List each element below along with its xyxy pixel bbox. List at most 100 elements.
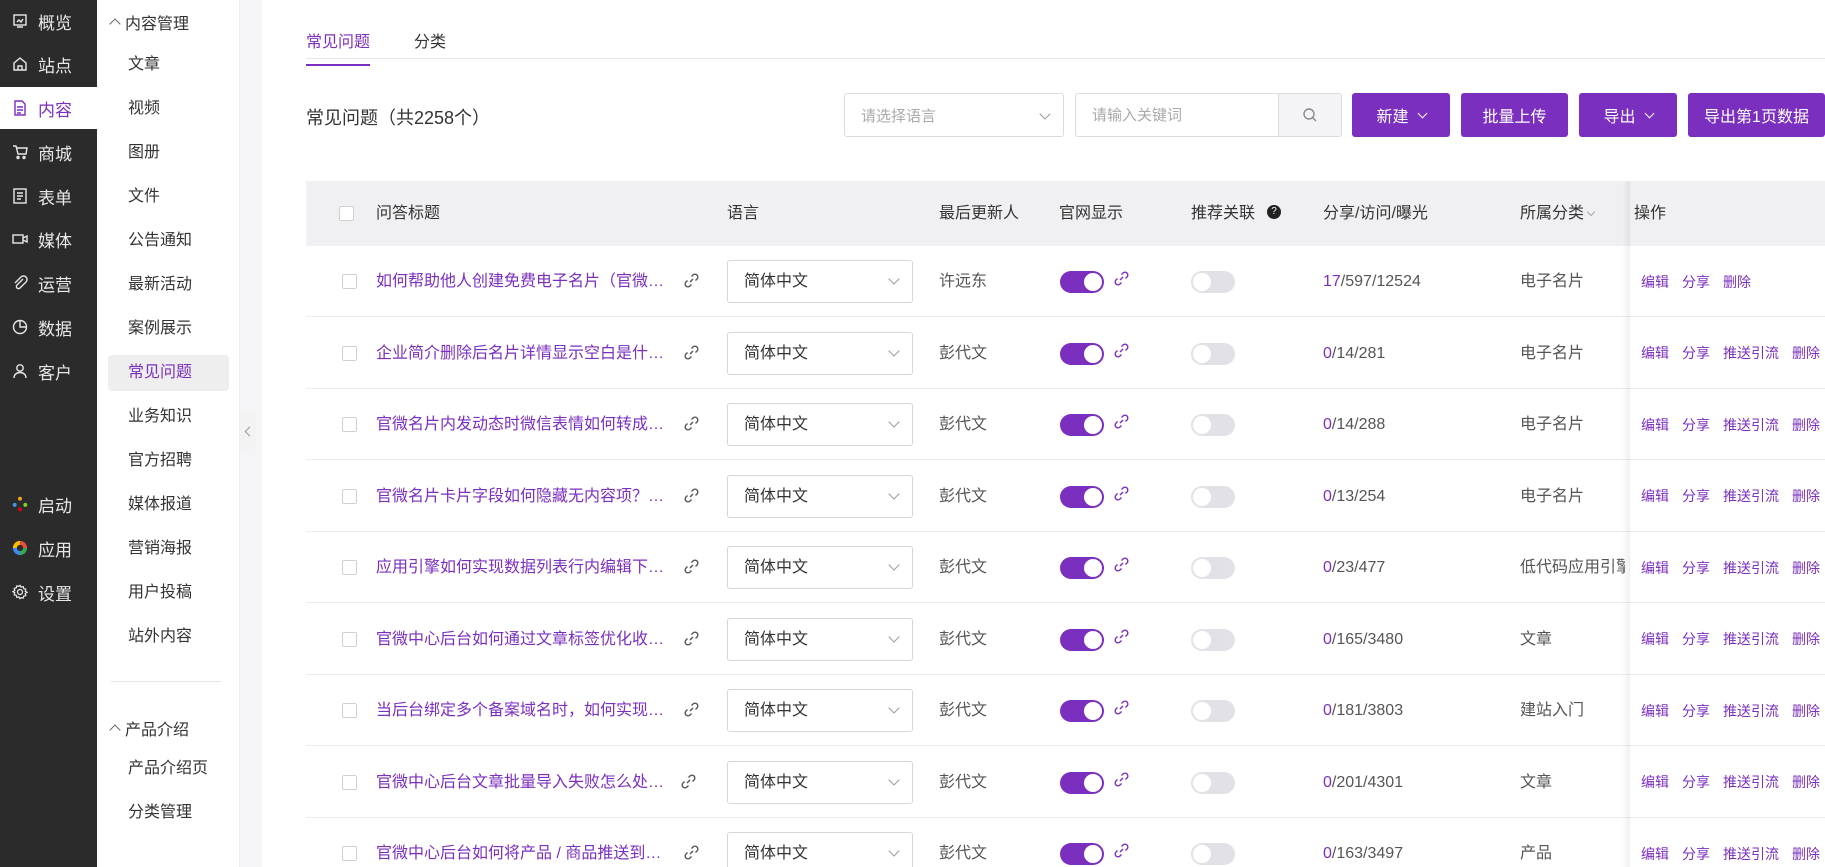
subnav-item[interactable]: 文件 [108, 179, 229, 215]
site-show-toggle[interactable] [1060, 271, 1104, 293]
site-show-toggle[interactable] [1060, 557, 1104, 579]
action-push-link[interactable]: 推送引流 [1723, 558, 1779, 578]
action-push-link[interactable]: 推送引流 [1723, 486, 1779, 506]
nav-item-7[interactable]: 数据 [0, 306, 97, 348]
export-page-button[interactable]: 导出第1页数据 [1688, 93, 1825, 137]
site-link-icon[interactable] [1113, 628, 1130, 650]
row-checkbox[interactable] [342, 846, 357, 861]
action-push-link[interactable]: 推送引流 [1723, 701, 1779, 721]
nav-item-8[interactable]: 客户 [0, 350, 97, 392]
subnav-item[interactable]: 常见问题 [108, 355, 229, 391]
site-link-icon[interactable] [1113, 699, 1130, 721]
action-share-link[interactable]: 分享 [1682, 272, 1710, 292]
action-delete-link[interactable]: 删除 [1792, 701, 1820, 721]
link-icon[interactable] [683, 415, 700, 437]
group-product-intro[interactable]: 产品介绍 [109, 716, 189, 740]
row-language-select[interactable]: 简体中文 [727, 331, 913, 375]
recommend-toggle[interactable] [1191, 843, 1235, 865]
question-title-link[interactable]: 官微中心后台如何通过文章标签优化收录... [376, 604, 669, 675]
site-show-toggle[interactable] [1060, 628, 1104, 651]
link-icon[interactable] [683, 701, 700, 723]
action-share-link[interactable]: 分享 [1682, 343, 1710, 363]
row-language-select[interactable]: 简体中文 [727, 474, 913, 518]
action-edit-link[interactable]: 编辑 [1641, 772, 1669, 792]
subnav-item[interactable]: 公告通知 [108, 223, 229, 259]
nav-bottom-item-2[interactable]: 设置 [0, 571, 97, 613]
row-checkbox[interactable] [342, 417, 357, 432]
subnav-item[interactable]: 站外内容 [108, 619, 229, 655]
keyword-input[interactable] [1075, 93, 1278, 137]
action-push-link[interactable]: 推送引流 [1723, 629, 1779, 649]
action-share-link[interactable]: 分享 [1682, 558, 1710, 578]
row-language-select[interactable]: 简体中文 [727, 617, 913, 661]
recommend-toggle[interactable] [1191, 771, 1235, 794]
subnav-item[interactable]: 图册 [108, 135, 229, 171]
link-icon[interactable] [683, 344, 700, 366]
action-share-link[interactable]: 分享 [1682, 415, 1710, 435]
link-icon[interactable] [680, 773, 697, 795]
recommend-toggle[interactable] [1191, 700, 1235, 722]
action-push-link[interactable]: 推送引流 [1723, 415, 1779, 435]
action-delete-link[interactable]: 删除 [1792, 629, 1820, 649]
site-link-icon[interactable] [1113, 842, 1130, 864]
action-push-link[interactable]: 推送引流 [1723, 772, 1779, 792]
recommend-toggle[interactable] [1191, 342, 1235, 365]
action-share-link[interactable]: 分享 [1682, 772, 1710, 792]
nav-bottom-item-1[interactable]: 应用 [0, 527, 97, 569]
action-share-link[interactable]: 分享 [1682, 844, 1710, 864]
nav-item-2[interactable]: 内容 [0, 87, 97, 129]
subnav-item[interactable]: 营销海报 [108, 531, 229, 567]
site-show-toggle[interactable] [1060, 700, 1104, 722]
action-edit-link[interactable]: 编辑 [1641, 844, 1669, 864]
tab-faq[interactable]: 常见问题 [306, 28, 371, 66]
row-checkbox[interactable] [342, 488, 357, 504]
recommend-toggle[interactable] [1191, 628, 1235, 651]
action-edit-link[interactable]: 编辑 [1641, 486, 1669, 506]
tab-category[interactable]: 分类 [414, 28, 446, 66]
link-icon[interactable] [683, 844, 700, 866]
nav-item-5[interactable]: 媒体 [0, 218, 97, 260]
subnav-item[interactable]: 案例展示 [108, 311, 229, 347]
nav-item-0[interactable]: 概览 [0, 0, 97, 42]
action-delete-link[interactable]: 删除 [1792, 844, 1820, 864]
row-checkbox[interactable] [342, 703, 357, 718]
link-icon[interactable] [683, 487, 700, 509]
site-show-toggle[interactable] [1060, 771, 1104, 794]
row-checkbox[interactable] [342, 345, 357, 361]
nav-bottom-item-0[interactable]: 启动 [0, 483, 97, 525]
row-language-select[interactable]: 简体中文 [727, 832, 913, 867]
question-title-link[interactable]: 官微名片卡片字段如何隐藏无内容项？（... [376, 461, 669, 532]
action-delete-link[interactable]: 删除 [1792, 486, 1820, 506]
question-title-link[interactable]: 官微中心后台文章批量导入失败怎么处理? [376, 747, 669, 818]
action-share-link[interactable]: 分享 [1682, 486, 1710, 506]
site-link-icon[interactable] [1113, 556, 1130, 578]
recommend-toggle[interactable] [1191, 414, 1235, 436]
select-all-checkbox[interactable] [339, 206, 354, 221]
action-delete-link[interactable]: 删除 [1723, 272, 1751, 292]
row-checkbox[interactable] [342, 774, 357, 790]
question-title-link[interactable]: 如何帮助他人创建免费电子名片（官微名... [376, 246, 669, 317]
col-category[interactable]: 所属分类 [1520, 181, 1596, 246]
nav-item-4[interactable]: 表单 [0, 175, 97, 217]
row-language-select[interactable]: 简体中文 [727, 546, 913, 589]
question-title-link[interactable]: 官微名片内发动态时微信表情如何转成通... [376, 389, 669, 460]
site-link-icon[interactable] [1113, 413, 1130, 435]
site-link-icon[interactable] [1113, 342, 1130, 364]
recommend-toggle[interactable] [1191, 271, 1235, 293]
action-edit-link[interactable]: 编辑 [1641, 629, 1669, 649]
question-title-link[interactable]: 当后台绑定多个备案域名时，如何实现不... [376, 675, 669, 746]
row-language-select[interactable]: 简体中文 [727, 689, 913, 732]
site-show-toggle[interactable] [1060, 342, 1104, 365]
nav-item-3[interactable]: 商城 [0, 131, 97, 173]
recommend-toggle[interactable] [1191, 485, 1235, 508]
group-content-management[interactable]: 内容管理 [109, 10, 189, 34]
row-language-select[interactable]: 简体中文 [727, 260, 913, 303]
collapse-sidebar-button[interactable] [240, 412, 256, 450]
subnav-item[interactable]: 用户投稿 [108, 575, 229, 611]
link-icon[interactable] [683, 272, 700, 294]
row-language-select[interactable]: 简体中文 [727, 403, 913, 446]
export-button[interactable]: 导出 [1579, 93, 1677, 137]
action-edit-link[interactable]: 编辑 [1641, 701, 1669, 721]
subnav-item[interactable]: 业务知识 [108, 399, 229, 435]
action-share-link[interactable]: 分享 [1682, 629, 1710, 649]
